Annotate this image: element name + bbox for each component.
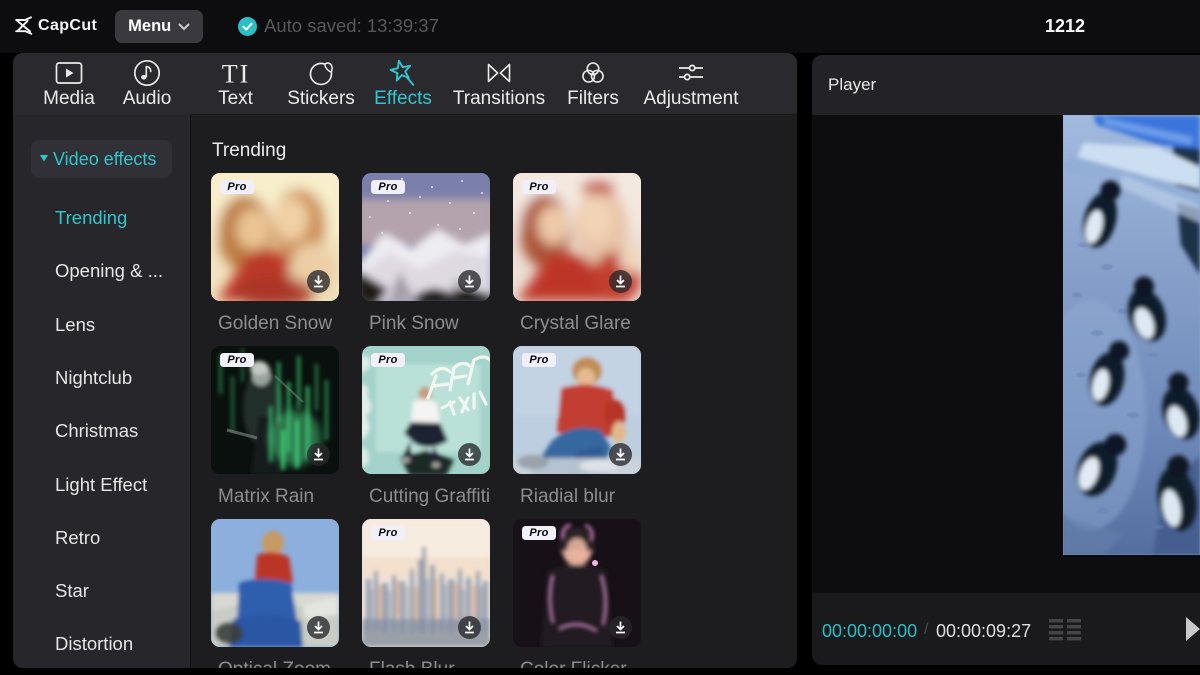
svg-text:TI: TI (221, 60, 250, 88)
